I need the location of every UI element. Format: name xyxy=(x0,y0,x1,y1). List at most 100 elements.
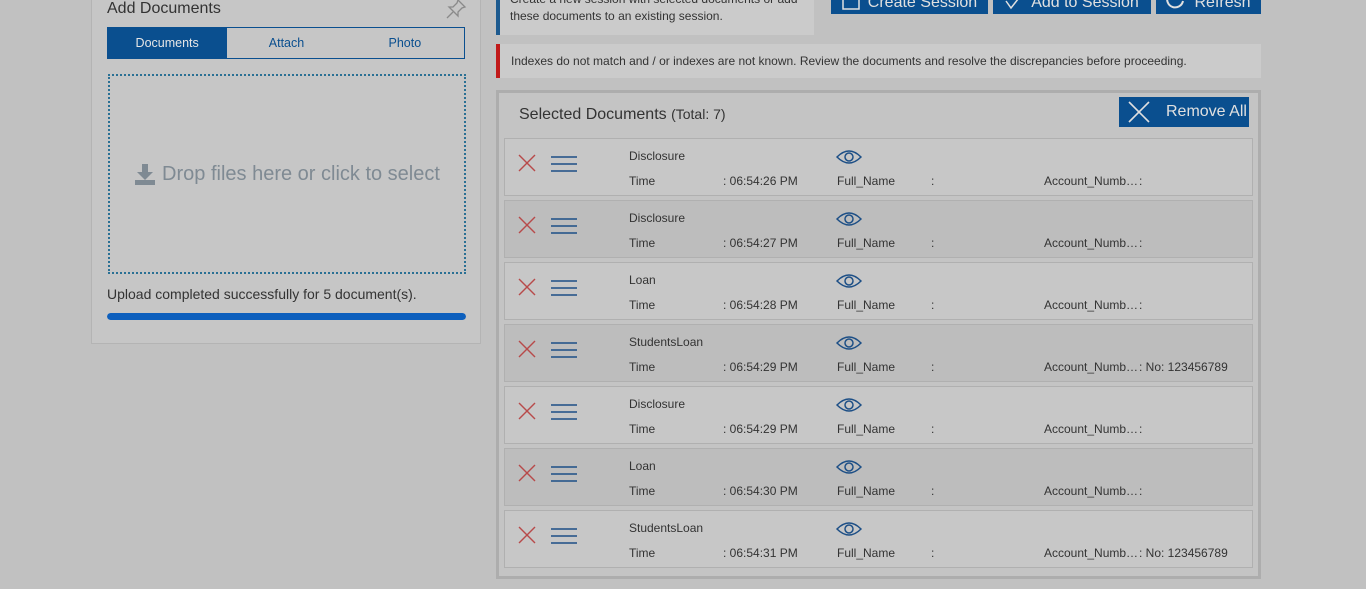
remove-document-icon[interactable] xyxy=(518,526,536,544)
time-value: : 06:54:31 PM xyxy=(723,546,798,560)
account-number-label: Account_Numb… xyxy=(1044,298,1139,312)
time-label: Time xyxy=(629,484,656,498)
document-name: StudentsLoan xyxy=(629,335,704,349)
account-number-value: : xyxy=(1139,484,1143,498)
account-number-label: Account_Numb… xyxy=(1044,484,1139,498)
drag-handle-icon[interactable] xyxy=(551,404,577,420)
time-value: : 06:54:29 PM xyxy=(723,360,798,374)
document-name: Loan xyxy=(629,273,656,287)
refresh-label: Refresh xyxy=(1194,0,1251,11)
close-icon xyxy=(1128,101,1150,123)
drag-handle-icon[interactable] xyxy=(551,218,577,234)
eye-icon[interactable] xyxy=(836,273,862,289)
info-line-1: Create a new session with selected docum… xyxy=(510,0,804,8)
create-session-button[interactable]: Create Session xyxy=(831,0,988,14)
refresh-icon xyxy=(1166,0,1185,9)
selected-documents-panel: Selected Documents (Total: 7) Remove All… xyxy=(496,90,1261,579)
eye-icon[interactable] xyxy=(836,521,862,537)
document-row: Disclosure Time : 06:54:26 PM Full_Name … xyxy=(504,138,1253,196)
account-number-label: Account_Numb… xyxy=(1044,422,1139,436)
time-label: Time xyxy=(629,422,656,436)
full-name-value: : xyxy=(931,360,935,374)
time-label: Time xyxy=(629,174,656,188)
upload-progress-fill xyxy=(107,313,466,320)
document-name: StudentsLoan xyxy=(629,521,704,535)
square-icon xyxy=(842,0,860,10)
time-label: Time xyxy=(629,360,656,374)
document-row: Disclosure Time : 06:54:27 PM Full_Name … xyxy=(504,200,1253,258)
upload-progress-bar xyxy=(107,313,466,320)
full-name-label: Full_Name xyxy=(837,298,896,312)
full-name-label: Full_Name xyxy=(837,360,896,374)
drag-handle-icon[interactable] xyxy=(551,528,577,544)
download-icon xyxy=(135,164,156,185)
selected-total: (Total: 7) xyxy=(671,106,726,122)
document-name: Disclosure xyxy=(629,149,686,163)
file-drop-zone[interactable]: Drop files here or click to select xyxy=(108,74,466,274)
info-line-2: these documents to an existing session. xyxy=(510,9,723,23)
account-number-label: Account_Numb… xyxy=(1044,174,1139,188)
account-number-value: : No: 123456789 xyxy=(1139,360,1228,374)
full-name-value: : xyxy=(931,484,935,498)
account-number-value: : xyxy=(1139,422,1143,436)
remove-document-icon[interactable] xyxy=(518,464,536,482)
account-number-label: Account_Numb… xyxy=(1044,546,1139,560)
checkmark-icon xyxy=(1005,0,1019,10)
tab-photo[interactable]: Photo xyxy=(346,28,464,58)
full-name-label: Full_Name xyxy=(837,546,896,560)
drag-handle-icon[interactable] xyxy=(551,156,577,172)
time-value: : 06:54:26 PM xyxy=(723,174,798,188)
eye-icon[interactable] xyxy=(836,211,862,227)
remove-document-icon[interactable] xyxy=(518,278,536,296)
full-name-value: : xyxy=(931,546,935,560)
account-number-value: : xyxy=(1139,236,1143,250)
drag-handle-icon[interactable] xyxy=(551,466,577,482)
full-name-label: Full_Name xyxy=(837,174,896,188)
document-name: Loan xyxy=(629,459,656,473)
full-name-label: Full_Name xyxy=(837,484,896,498)
index-warning: Indexes do not match and / or indexes ar… xyxy=(496,44,1261,78)
tab-attach[interactable]: Attach xyxy=(226,28,345,58)
drag-handle-icon[interactable] xyxy=(551,280,577,296)
eye-icon[interactable] xyxy=(836,459,862,475)
document-row: StudentsLoan Time : 06:54:29 PM Full_Nam… xyxy=(504,324,1253,382)
remove-all-button[interactable]: Remove All xyxy=(1119,97,1249,127)
refresh-button[interactable]: Refresh xyxy=(1156,0,1261,14)
eye-icon[interactable] xyxy=(836,149,862,165)
remove-document-icon[interactable] xyxy=(518,402,536,420)
time-value: : 06:54:29 PM xyxy=(723,422,798,436)
eye-icon[interactable] xyxy=(836,335,862,351)
account-number-label: Account_Numb… xyxy=(1044,360,1139,374)
session-info: Create a new session with selected docum… xyxy=(496,0,814,35)
add-to-session-button[interactable]: Add to Session xyxy=(993,0,1151,14)
selected-title-text: Selected Documents xyxy=(519,106,667,123)
remove-all-label: Remove All xyxy=(1166,103,1247,120)
selected-documents-title: Selected Documents (Total: 7) xyxy=(519,106,726,124)
account-number-value: : xyxy=(1139,298,1143,312)
document-row: Loan Time : 06:54:28 PM Full_Name : Acco… xyxy=(504,262,1253,320)
document-row: StudentsLoan Time : 06:54:31 PM Full_Nam… xyxy=(504,510,1253,568)
account-number-label: Account_Numb… xyxy=(1044,236,1139,250)
document-row: Loan Time : 06:54:30 PM Full_Name : Acco… xyxy=(504,448,1253,506)
document-row: Disclosure Time : 06:54:29 PM Full_Name … xyxy=(504,386,1253,444)
full-name-label: Full_Name xyxy=(837,236,896,250)
eye-icon[interactable] xyxy=(836,397,862,413)
full-name-value: : xyxy=(931,236,935,250)
document-name: Disclosure xyxy=(629,397,686,411)
full-name-value: : xyxy=(931,422,935,436)
time-label: Time xyxy=(629,236,656,250)
document-name: Disclosure xyxy=(629,211,686,225)
time-value: : 06:54:30 PM xyxy=(723,484,798,498)
remove-document-icon[interactable] xyxy=(518,154,536,172)
remove-document-icon[interactable] xyxy=(518,216,536,234)
remove-document-icon[interactable] xyxy=(518,340,536,358)
time-value: : 06:54:28 PM xyxy=(723,298,798,312)
tab-documents[interactable]: Documents xyxy=(108,28,227,58)
account-number-value: : No: 123456789 xyxy=(1139,546,1228,560)
drag-handle-icon[interactable] xyxy=(551,342,577,358)
warning-text: Indexes do not match and / or indexes ar… xyxy=(511,54,1187,68)
upload-status-text: Upload completed successfully for 5 docu… xyxy=(107,286,417,302)
upload-tabs: Documents Attach Photo xyxy=(107,27,465,59)
full-name-value: : xyxy=(931,174,935,188)
pin-icon[interactable] xyxy=(444,0,468,21)
